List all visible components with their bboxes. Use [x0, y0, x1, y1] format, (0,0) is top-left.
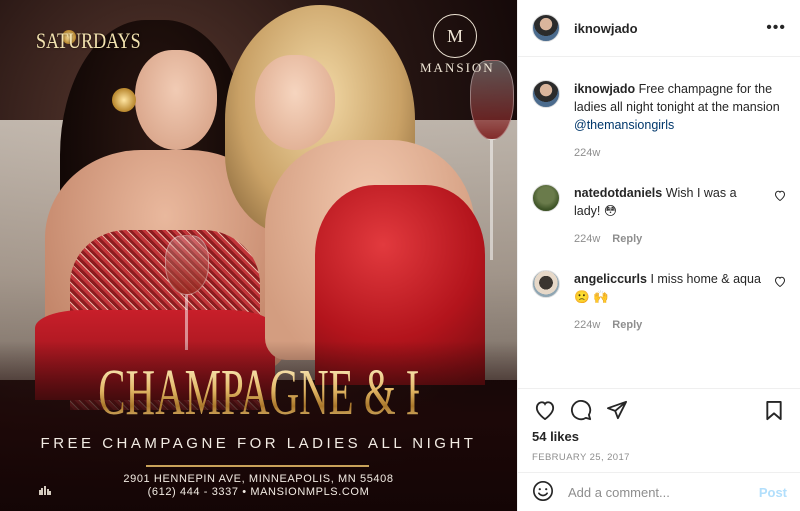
caption: iknowjado Free champagne for the ladies …	[532, 80, 786, 162]
avatar[interactable]	[532, 14, 560, 42]
add-comment-bar: Post	[518, 472, 800, 511]
comment-like-heart-icon[interactable]	[774, 276, 786, 334]
mansion-logo: M MANSION	[420, 14, 495, 76]
heart-icon[interactable]	[532, 397, 558, 423]
comment-age[interactable]: 224w	[574, 230, 600, 248]
mansion-logo-name: MANSION	[420, 60, 495, 75]
gold-divider	[146, 465, 369, 467]
comment-body: natedotdaniels Wish I was a lady! 😳 224w…	[574, 184, 766, 248]
share-icon[interactable]	[604, 397, 630, 423]
comment-username[interactable]: natedotdaniels	[574, 186, 662, 200]
post-button[interactable]: Post	[759, 485, 787, 500]
comments-list: iknowjado Free champagne for the ladies …	[518, 57, 800, 387]
instagram-post: SATURDAYS M MANSION CHAMPAGNE & HEELS FR…	[0, 0, 800, 511]
post-sidebar: iknowjado ••• iknowjado Free champagne f…	[517, 0, 800, 511]
avatar[interactable]	[532, 270, 560, 298]
likes-count[interactable]: 54 likes	[532, 429, 787, 444]
mansion-emblem-icon: M	[433, 14, 477, 58]
comment-like-heart-icon[interactable]	[774, 190, 786, 248]
reply-button[interactable]: Reply	[612, 316, 642, 334]
smiley-icon[interactable]	[532, 480, 554, 505]
post-date[interactable]: FEBRUARY 25, 2017	[532, 452, 787, 463]
comment-item: angeliccurls I miss home & aqua 🙁 🙌 224w…	[532, 270, 786, 334]
avatar[interactable]	[532, 184, 560, 212]
avatar[interactable]	[532, 80, 560, 108]
comment-age[interactable]: 224w	[574, 316, 600, 334]
poster-subhead: FREE CHAMPAGNE FOR LADIES ALL NIGHT	[40, 435, 477, 452]
post-header: iknowjado •••	[518, 0, 800, 57]
poster-address: 2901 HENNEPIN AVE, MINNEAPOLIS, MN 55408…	[0, 473, 517, 499]
champagne-glass	[165, 235, 209, 295]
comment-body: angeliccurls I miss home & aqua 🙁 🙌 224w…	[574, 270, 766, 334]
poster-day-label: SATURDAYS	[36, 28, 141, 53]
more-icon[interactable]: •••	[766, 19, 786, 37]
comment-item: natedotdaniels Wish I was a lady! 😳 224w…	[532, 184, 786, 248]
comment-meta: 224w Reply	[574, 230, 766, 248]
reply-button[interactable]: Reply	[612, 230, 642, 248]
header-username[interactable]: iknowjado	[574, 21, 638, 36]
caption-body: iknowjado Free champagne for the ladies …	[574, 80, 786, 162]
post-image[interactable]: SATURDAYS M MANSION CHAMPAGNE & HEELS FR…	[0, 0, 517, 511]
action-icons	[532, 397, 787, 423]
comment-meta: 224w	[574, 144, 786, 162]
bookmark-icon[interactable]	[761, 397, 787, 423]
comment-username[interactable]: iknowjado	[574, 82, 635, 96]
comment-input[interactable]	[568, 484, 759, 500]
poster-headline: CHAMPAGNE & HEELS	[98, 356, 517, 429]
mention-link[interactable]: @themansiongirls	[574, 118, 674, 132]
comment-username[interactable]: angeliccurls	[574, 272, 647, 286]
post-actions: 54 likes FEBRUARY 25, 2017	[518, 388, 800, 463]
comment-age[interactable]: 224w	[574, 144, 600, 162]
woman-right-face	[255, 55, 335, 150]
address-line-1: 2901 HENNEPIN AVE, MINNEAPOLIS, MN 55408	[123, 473, 394, 485]
comment-icon[interactable]	[568, 397, 594, 423]
gold-confetti	[112, 88, 136, 112]
comment-meta: 224w Reply	[574, 316, 766, 334]
skyline-icon	[38, 484, 52, 498]
glass-stem	[490, 140, 493, 260]
woman-left-face	[135, 50, 217, 150]
address-line-2: (612) 444 - 3337 • MANSIONMPLS.COM	[147, 486, 370, 498]
